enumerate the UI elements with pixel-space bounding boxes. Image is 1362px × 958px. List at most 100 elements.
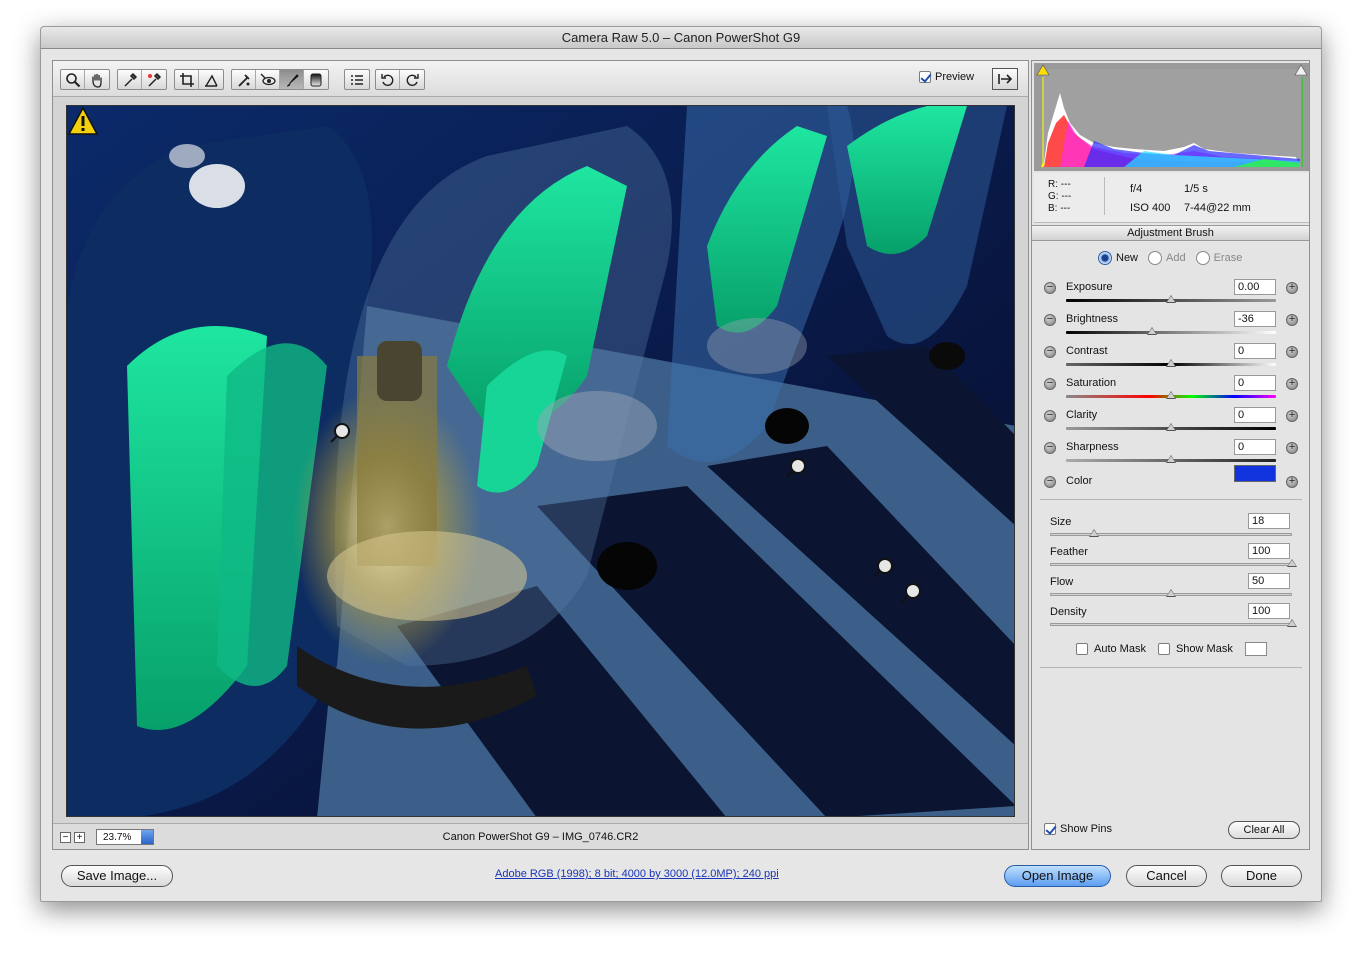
- rotate-cw-icon[interactable]: [400, 70, 424, 89]
- exposure-minus-button[interactable]: −: [1044, 282, 1056, 294]
- exposure-slider-thumb[interactable]: [1166, 295, 1176, 303]
- straighten-icon[interactable]: [199, 70, 223, 89]
- saturation-plus-button[interactable]: +: [1286, 378, 1298, 390]
- density-value[interactable]: 100: [1248, 603, 1290, 619]
- show-pins-toggle[interactable]: Show Pins: [1044, 823, 1112, 835]
- file-name: Canon PowerShot G9 – IMG_0746.CR2: [442, 831, 639, 843]
- brightness-slider[interactable]: [1066, 331, 1276, 334]
- color-plus-button[interactable]: +: [1286, 476, 1298, 488]
- contrast-plus-button[interactable]: +: [1286, 346, 1298, 358]
- white-balance-icon[interactable]: [118, 70, 142, 89]
- mode-erase[interactable]: Erase: [1195, 251, 1242, 265]
- brightness-minus-button[interactable]: −: [1044, 314, 1056, 326]
- preferences-icon[interactable]: [345, 70, 369, 89]
- adjustment-pin[interactable]: [870, 555, 896, 581]
- sharpness-plus-button[interactable]: +: [1286, 442, 1298, 454]
- mask-color-swatch[interactable]: [1244, 642, 1267, 656]
- color-minus-button[interactable]: −: [1044, 476, 1056, 488]
- feather-slider-thumb[interactable]: [1287, 559, 1297, 567]
- clarity-value[interactable]: 0: [1234, 407, 1276, 423]
- size-slider[interactable]: [1050, 533, 1292, 536]
- save-image-button[interactable]: Save Image...: [61, 865, 173, 887]
- adjustment-pin[interactable]: [783, 455, 809, 481]
- info-divider: [1104, 177, 1105, 215]
- size-value[interactable]: 18: [1248, 513, 1290, 529]
- radio-selected[interactable]: [1098, 251, 1112, 265]
- done-button[interactable]: Done: [1221, 865, 1302, 887]
- hand-icon[interactable]: [85, 70, 109, 89]
- show-mask-label: Show Mask: [1175, 643, 1233, 655]
- lens: 7-44@22 mm: [1184, 202, 1251, 214]
- auto-mask-checkbox[interactable]: [1076, 643, 1088, 655]
- adjustment-pin[interactable]: [898, 580, 924, 606]
- density-control: Density 100: [1050, 603, 1297, 633]
- color-label: Color: [1066, 475, 1093, 487]
- camera-info: R: --- G: --- B: --- f/4 1/5 s ISO 400 7…: [1034, 173, 1309, 223]
- flow-slider-thumb[interactable]: [1166, 589, 1176, 597]
- contrast-value[interactable]: 0: [1234, 343, 1276, 359]
- g-value: G: ---: [1048, 191, 1072, 202]
- color-sampler-icon[interactable]: [142, 70, 166, 89]
- clear-all-button[interactable]: Clear All: [1228, 821, 1300, 839]
- sharpness-value[interactable]: 0: [1234, 439, 1276, 455]
- zoom-icon[interactable]: [61, 70, 85, 89]
- graduated-filter-icon[interactable]: [304, 70, 328, 89]
- saturation-slider-thumb[interactable]: [1166, 391, 1176, 399]
- adjustment-pin[interactable]: [327, 420, 353, 446]
- saturation-value[interactable]: 0: [1234, 375, 1276, 391]
- image-preview[interactable]: [66, 105, 1015, 817]
- adjustment-panel: R: --- G: --- B: --- f/4 1/5 s ISO 400 7…: [1031, 60, 1310, 850]
- size-slider-thumb[interactable]: [1088, 529, 1099, 537]
- cancel-button[interactable]: Cancel: [1126, 865, 1207, 887]
- flow-value[interactable]: 50: [1248, 573, 1290, 589]
- sampler-tools: [117, 69, 167, 90]
- brightness-control: − Brightness -36 +: [1042, 309, 1304, 341]
- contrast-label: Contrast: [1066, 345, 1108, 357]
- contrast-slider-thumb[interactable]: [1166, 359, 1176, 367]
- brightness-plus-button[interactable]: +: [1286, 314, 1298, 326]
- saturation-minus-button[interactable]: −: [1044, 378, 1056, 390]
- preview-label: Preview: [935, 71, 975, 83]
- size-control: Size 18: [1050, 513, 1294, 543]
- rgb-readout: R: --- G: --- B: ---: [1048, 179, 1071, 215]
- radio-unselected[interactable]: [1148, 251, 1163, 265]
- sharpness-label: Sharpness: [1066, 441, 1119, 453]
- feather-slider[interactable]: [1050, 563, 1292, 566]
- sharpness-slider-thumb[interactable]: [1166, 455, 1176, 463]
- density-slider[interactable]: [1050, 623, 1292, 626]
- exposure-value[interactable]: 0.00: [1234, 279, 1276, 295]
- warning-icon[interactable]: [67, 106, 99, 136]
- red-eye-icon[interactable]: [256, 70, 280, 89]
- show-pins-checkbox[interactable]: [1044, 823, 1056, 835]
- mode-new[interactable]: New: [1098, 251, 1138, 265]
- preview-checkbox[interactable]: [919, 71, 931, 83]
- rotate-ccw-icon[interactable]: [376, 70, 400, 89]
- contrast-minus-button[interactable]: −: [1044, 346, 1056, 358]
- sharpness-minus-button[interactable]: −: [1044, 442, 1056, 454]
- radio-unselected[interactable]: [1195, 251, 1210, 265]
- clarity-minus-button[interactable]: −: [1044, 410, 1056, 422]
- size-label: Size: [1050, 516, 1072, 528]
- flow-control: Flow 50: [1050, 573, 1294, 603]
- brightness-value[interactable]: -36: [1234, 311, 1276, 327]
- color-swatch[interactable]: [1234, 465, 1276, 482]
- density-slider-thumb[interactable]: [1287, 619, 1297, 627]
- histogram: [1034, 63, 1309, 171]
- adjustment-brush-icon[interactable]: [280, 70, 304, 89]
- shutter-speed: 1/5 s: [1184, 183, 1208, 195]
- mask-options: Auto Mask Show Mask: [1076, 642, 1267, 656]
- mode-add[interactable]: Add: [1148, 251, 1186, 265]
- crop-icon[interactable]: [175, 70, 199, 89]
- spot-removal-icon[interactable]: [232, 70, 256, 89]
- open-image-button[interactable]: Open Image: [1004, 865, 1111, 887]
- workflow-options-link[interactable]: Adobe RGB (1998); 8 bit; 4000 by 3000 (1…: [495, 868, 779, 880]
- clarity-slider-thumb[interactable]: [1166, 423, 1176, 431]
- preview-toggle[interactable]: Preview: [919, 71, 974, 83]
- clarity-control: − Clarity 0 +: [1042, 405, 1304, 437]
- feather-value[interactable]: 100: [1248, 543, 1290, 559]
- exposure-plus-button[interactable]: +: [1286, 282, 1298, 294]
- clarity-plus-button[interactable]: +: [1286, 410, 1298, 422]
- show-mask-checkbox[interactable]: [1157, 643, 1170, 655]
- fullscreen-toggle-icon[interactable]: [992, 68, 1018, 90]
- brightness-slider-thumb[interactable]: [1147, 327, 1158, 335]
